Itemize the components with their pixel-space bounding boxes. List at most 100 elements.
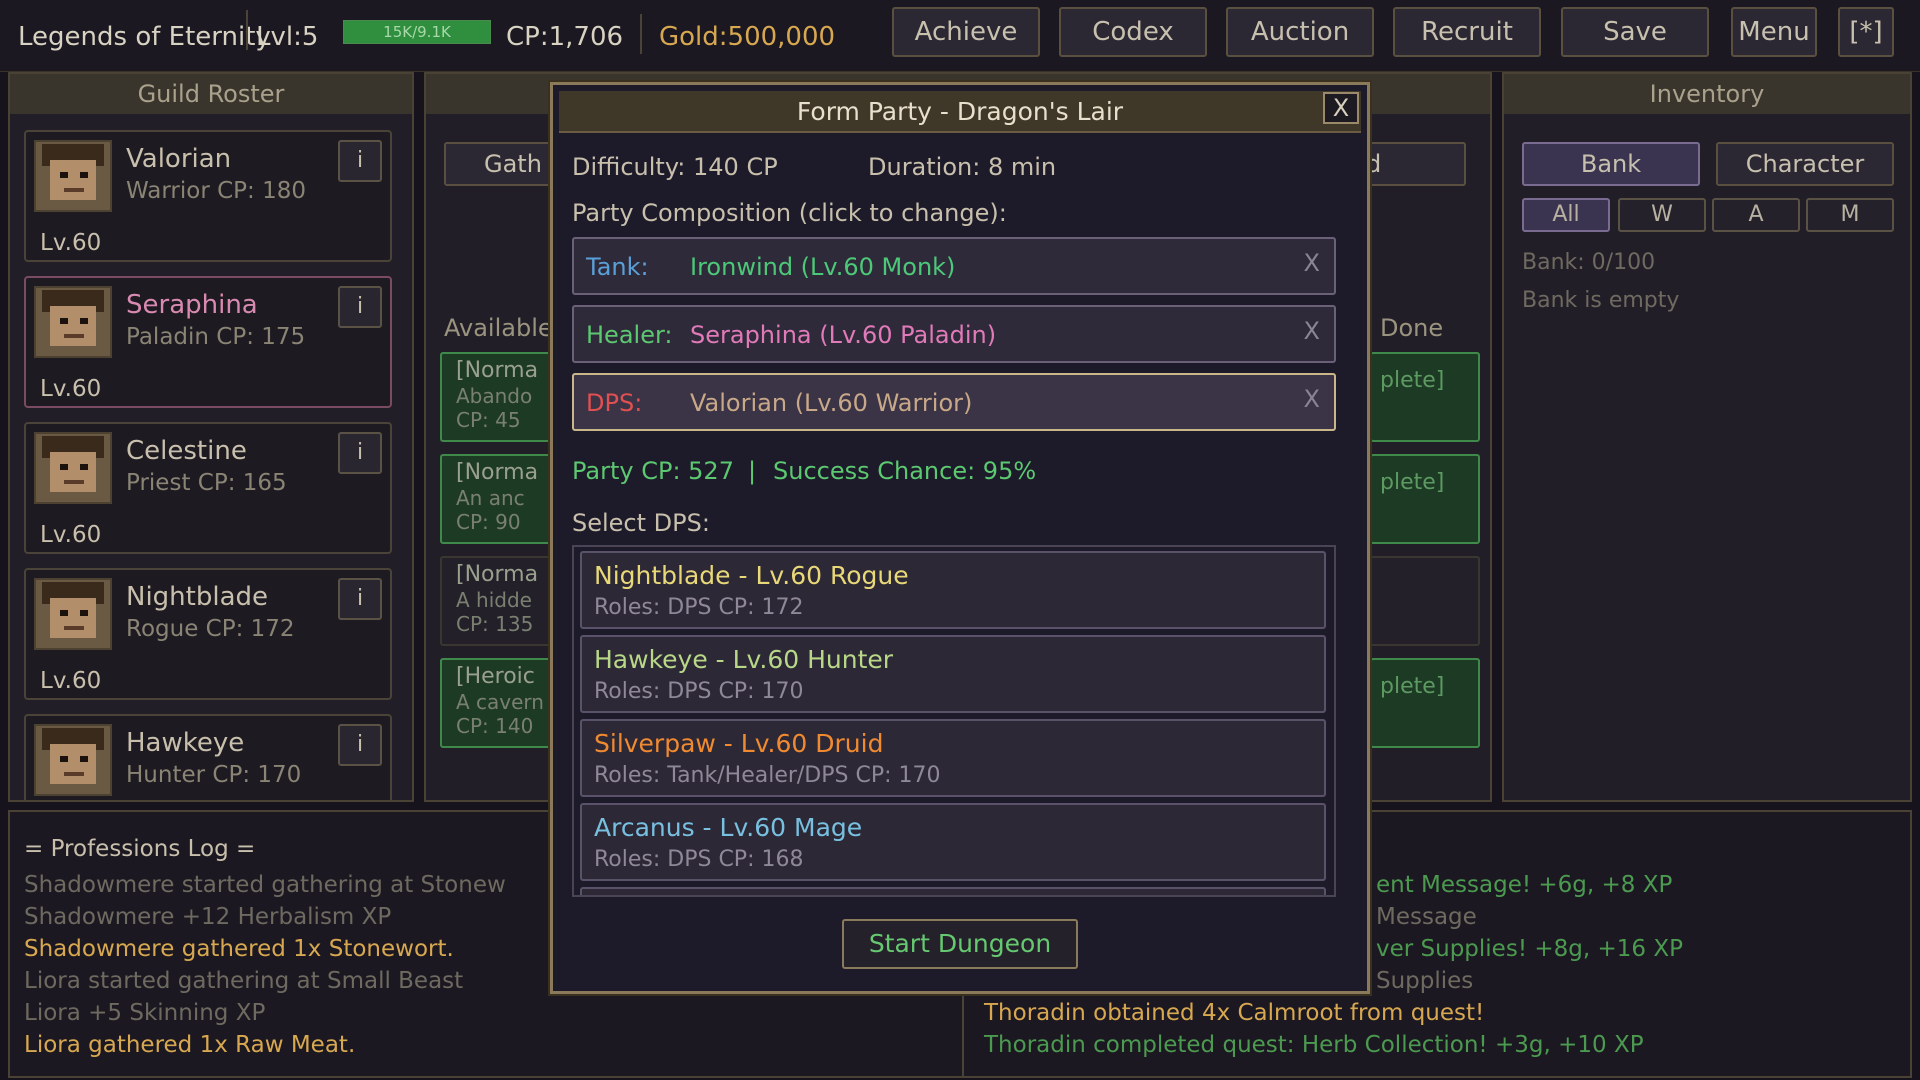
remove-icon[interactable]: X [1304, 249, 1320, 277]
portrait-mouth [64, 480, 84, 484]
info-button[interactable]: i [338, 578, 382, 620]
quest-status[interactable]: plete] [1370, 454, 1480, 544]
character-portrait [34, 578, 112, 650]
quest-status[interactable]: plete] [1370, 658, 1480, 748]
divider [640, 14, 642, 54]
character-portrait [34, 140, 112, 212]
info-button[interactable]: i [338, 724, 382, 766]
roster-card[interactable]: Seraphina Paladin CP: 175 Lv.60 i [24, 276, 392, 408]
slot-member: Ironwind (Lv.60 Monk) [690, 253, 956, 281]
guild-roster-panel: Guild Roster Valorian Warrior CP: 180 Lv.6… [8, 72, 414, 802]
candidate-name: Nightblade - Lv.60 Rogue [594, 561, 909, 590]
roster-card[interactable]: Hawkeye Hunter CP: 170 i [24, 714, 392, 800]
roster-card[interactable]: Nightblade Rogue CP: 172 Lv.60 i [24, 568, 392, 700]
member-name: Seraphina [126, 290, 258, 320]
info-button[interactable]: i [338, 286, 382, 328]
portrait-eye [80, 318, 88, 324]
duration-text: Duration: 8 min [868, 153, 1057, 181]
dps-candidate[interactable]: Nightblade - Lv.60 Rogue Roles: DPS CP: 1… [580, 551, 1326, 629]
quest-card[interactable]: [Norma Abando CP: 45 [440, 352, 560, 442]
log-entry: Message [1376, 904, 1477, 930]
available-label: Available [444, 314, 553, 342]
quest-title: [Norma [456, 358, 539, 383]
filter-all[interactable]: All [1522, 198, 1610, 232]
quest-desc: Abando [456, 384, 533, 408]
auction-button[interactable]: Auction [1226, 7, 1374, 57]
log-entry: Liora gathered 1x Raw Meat. [24, 1032, 356, 1058]
quest-cp: CP: 135 [456, 612, 534, 636]
member-name: Valorian [126, 144, 232, 174]
roster-card[interactable]: Valorian Warrior CP: 180 Lv.60 i [24, 130, 392, 262]
filter-armor[interactable]: A [1712, 198, 1800, 232]
recruit-button[interactable]: Recruit [1393, 7, 1541, 57]
slot-role-label: Healer: [586, 321, 673, 349]
dps-candidate[interactable]: Silverpaw - Lv.60 Druid Roles: Tank/Heale… [580, 719, 1326, 797]
quest-desc: An anc [456, 486, 525, 510]
quest-title: [Norma [456, 562, 539, 587]
portrait-eye [60, 756, 68, 762]
member-class-cp: Rogue CP: 172 [126, 616, 295, 642]
quest-status[interactable]: plete] [1370, 352, 1480, 442]
slot-tank[interactable]: Tank: Ironwind (Lv.60 Monk) X [572, 237, 1336, 295]
candidate-roles: Roles: DPS CP: 170 [594, 679, 804, 704]
gold-amount: Gold:500,000 [659, 22, 836, 52]
slot-dps[interactable]: DPS: Valorian (Lv.60 Warrior) X [572, 373, 1336, 431]
menu-button[interactable]: Menu [1731, 7, 1817, 57]
stat-separator: | [748, 457, 757, 485]
info-button[interactable]: i [338, 140, 382, 182]
quest-desc: A hidde [456, 588, 532, 612]
log-entry: Shadowmere started gathering at Stonew [24, 872, 506, 898]
member-class-cp: Priest CP: 165 [126, 470, 287, 496]
party-cp: Party CP: 527 [572, 457, 734, 485]
quest-card[interactable]: [Norma A hidde CP: 135 [440, 556, 560, 646]
portrait-face [50, 452, 96, 492]
composition-label: Party Composition (click to change): [572, 199, 1007, 227]
portrait-eye [80, 610, 88, 616]
close-button[interactable]: X [1323, 92, 1359, 124]
candidate-roles: Roles: DPS CP: 172 [594, 595, 804, 620]
log-entry: Thoradin completed quest: Herb Collectio… [984, 1032, 1644, 1058]
character-portrait [34, 286, 112, 358]
form-party-dialog: Form Party - Dragon's Lair X Difficulty:… [550, 82, 1370, 994]
remove-icon[interactable]: X [1304, 385, 1320, 413]
quest-card[interactable]: [Norma An anc CP: 90 [440, 454, 560, 544]
professions-log-title: = Professions Log = [24, 836, 256, 862]
member-class-cp: Paladin CP: 175 [126, 324, 306, 350]
bank-empty-message: Bank is empty [1522, 288, 1680, 313]
slot-healer[interactable]: Healer: Seraphina (Lv.60 Paladin) X [572, 305, 1336, 363]
member-class-cp: Hunter CP: 170 [126, 762, 302, 788]
codex-button[interactable]: Codex [1059, 7, 1207, 57]
candidate-roles: Roles: Tank/Healer/DPS CP: 170 [594, 763, 941, 788]
member-level: Lv.60 [40, 668, 102, 694]
quest-title: [Norma [456, 460, 539, 485]
slot-role-label: Tank: [586, 253, 649, 281]
filter-weapons[interactable]: W [1618, 198, 1706, 232]
settings-button[interactable]: [*] [1838, 7, 1894, 57]
dps-candidate[interactable] [580, 887, 1326, 895]
candidate-name: Hawkeye - Lv.60 Hunter [594, 645, 894, 674]
quest-desc: A cavern [456, 690, 544, 714]
candidate-name: Arcanus - Lv.60 Mage [594, 813, 863, 842]
select-dps-label: Select DPS: [572, 509, 710, 537]
filter-misc[interactable]: M [1806, 198, 1894, 232]
member-class-cp: Warrior CP: 180 [126, 178, 306, 204]
dps-candidate[interactable]: Hawkeye - Lv.60 Hunter Roles: DPS CP: 170 [580, 635, 1326, 713]
dps-candidate-list[interactable]: Nightblade - Lv.60 Rogue Roles: DPS CP: 1… [572, 545, 1336, 897]
start-dungeon-button[interactable]: Start Dungeon [842, 919, 1078, 969]
success-chance: Success Chance: 95% [773, 457, 1037, 485]
portrait-mouth [64, 188, 84, 192]
member-name: Celestine [126, 436, 247, 466]
remove-icon[interactable]: X [1304, 317, 1320, 345]
quest-cp: CP: 90 [456, 510, 521, 534]
save-button[interactable]: Save [1561, 7, 1709, 57]
tab-bank[interactable]: Bank [1522, 142, 1700, 186]
info-button[interactable]: i [338, 432, 382, 474]
quest-status[interactable] [1370, 556, 1480, 646]
roster-card[interactable]: Celestine Priest CP: 165 Lv.60 i [24, 422, 392, 554]
bank-count: Bank: 0/100 [1522, 250, 1656, 275]
dps-candidate[interactable]: Arcanus - Lv.60 Mage Roles: DPS CP: 168 [580, 803, 1326, 881]
quest-card[interactable]: [Heroic A cavern CP: 140 [440, 658, 560, 748]
tab-character[interactable]: Character [1716, 142, 1894, 186]
log-entry: ent Message! +6g, +8 XP [1376, 872, 1673, 898]
achieve-button[interactable]: Achieve [892, 7, 1040, 57]
